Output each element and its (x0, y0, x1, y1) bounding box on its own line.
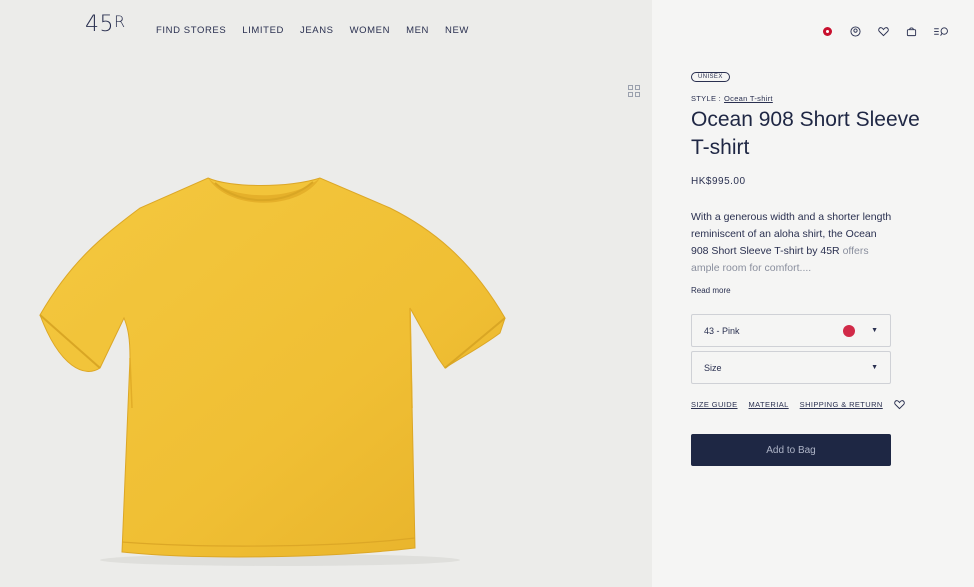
nav-item-find-stores[interactable]: FIND STORES (156, 25, 226, 36)
account-icon[interactable] (848, 24, 862, 38)
style-link[interactable]: Ocean T-shirt (724, 94, 773, 103)
unisex-badge: UNISEX (691, 72, 730, 82)
add-to-wishlist-icon[interactable] (894, 399, 905, 410)
region-flag-icon[interactable] (820, 24, 834, 38)
nav-item-women[interactable]: WOMEN (350, 25, 390, 36)
nav-item-limited[interactable]: LIMITED (242, 25, 284, 36)
brand-logo[interactable]: 45R (85, 12, 126, 37)
product-description: With a generous width and a shorter leng… (691, 209, 896, 277)
product-price: HK$995.00 (691, 176, 746, 187)
grid-view-icon[interactable] (628, 85, 640, 97)
product-title: Ocean 908 Short Sleeve T-shirt (691, 108, 920, 159)
color-swatch (843, 324, 856, 337)
size-select[interactable]: Size ▼ (691, 351, 891, 384)
add-to-bag-button[interactable]: Add to Bag (691, 434, 891, 466)
menu-search-icon[interactable] (932, 24, 950, 38)
main-nav: FIND STORES LIMITED JEANS WOMEN MEN NEW (156, 25, 469, 36)
size-guide-link[interactable]: SIZE GUIDE (691, 400, 738, 409)
nav-item-men[interactable]: MEN (406, 25, 429, 36)
header-icons (820, 24, 950, 38)
product-links: SIZE GUIDE MATERIAL SHIPPING & RETURN (691, 399, 905, 410)
material-link[interactable]: MATERIAL (749, 400, 789, 409)
color-value: 43 - Pink (704, 325, 740, 336)
style-label: STYLE : (691, 94, 722, 103)
color-select[interactable]: 43 - Pink ▼ (691, 314, 891, 347)
chevron-down-icon: ▼ (871, 327, 878, 334)
nav-item-new[interactable]: NEW (445, 25, 469, 36)
nav-item-jeans[interactable]: JEANS (300, 25, 334, 36)
wishlist-icon[interactable] (876, 24, 890, 38)
product-image[interactable] (30, 168, 510, 568)
read-more-link[interactable]: Read more (691, 286, 731, 295)
shipping-return-link[interactable]: SHIPPING & RETURN (800, 400, 883, 409)
chevron-down-icon: ▼ (871, 364, 878, 371)
bag-icon[interactable] (904, 24, 918, 38)
size-value: Size (704, 362, 722, 373)
style-line: STYLE : Ocean T-shirt (691, 94, 773, 103)
